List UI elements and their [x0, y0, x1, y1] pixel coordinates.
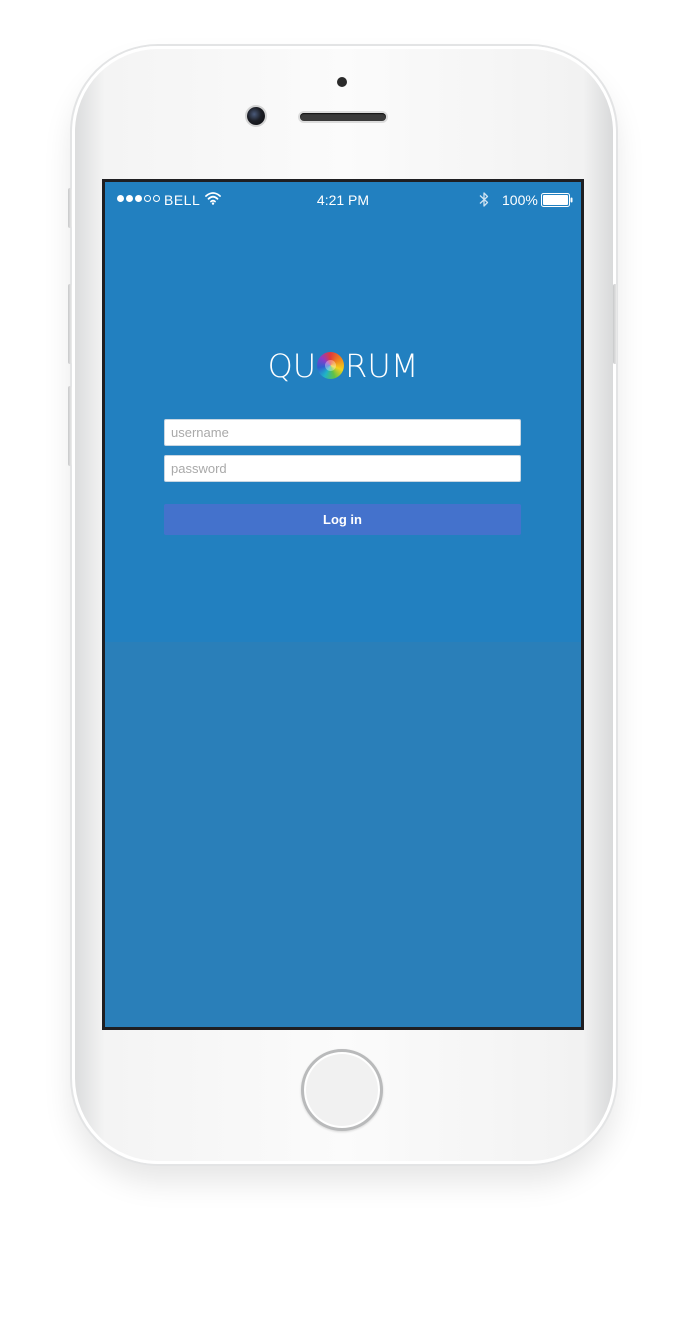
username-input[interactable] [164, 419, 521, 446]
status-bar: BELL 4:21 PM 100% [105, 182, 581, 218]
battery-percentage: 100% [502, 192, 538, 208]
logo-text-right: RUM [345, 347, 419, 385]
password-input[interactable] [164, 455, 521, 482]
mute-switch [68, 188, 72, 228]
app-screen: BELL 4:21 PM 100% QU RUM Log in [105, 182, 581, 1027]
earpiece-speaker [300, 113, 386, 121]
volume-up-button [68, 284, 72, 364]
volume-down-button [68, 386, 72, 466]
battery-icon [541, 193, 573, 207]
logo-text-left: QU [267, 347, 317, 385]
screen-background-lower [105, 642, 581, 1027]
power-button [613, 284, 617, 364]
proximity-sensor [337, 77, 347, 87]
bluetooth-icon [479, 192, 489, 207]
login-button[interactable]: Log in [164, 504, 521, 535]
home-button[interactable] [301, 1049, 383, 1131]
front-camera [247, 107, 265, 125]
quorum-logo: QU RUM [105, 346, 581, 386]
logo-mark-icon [317, 352, 345, 379]
